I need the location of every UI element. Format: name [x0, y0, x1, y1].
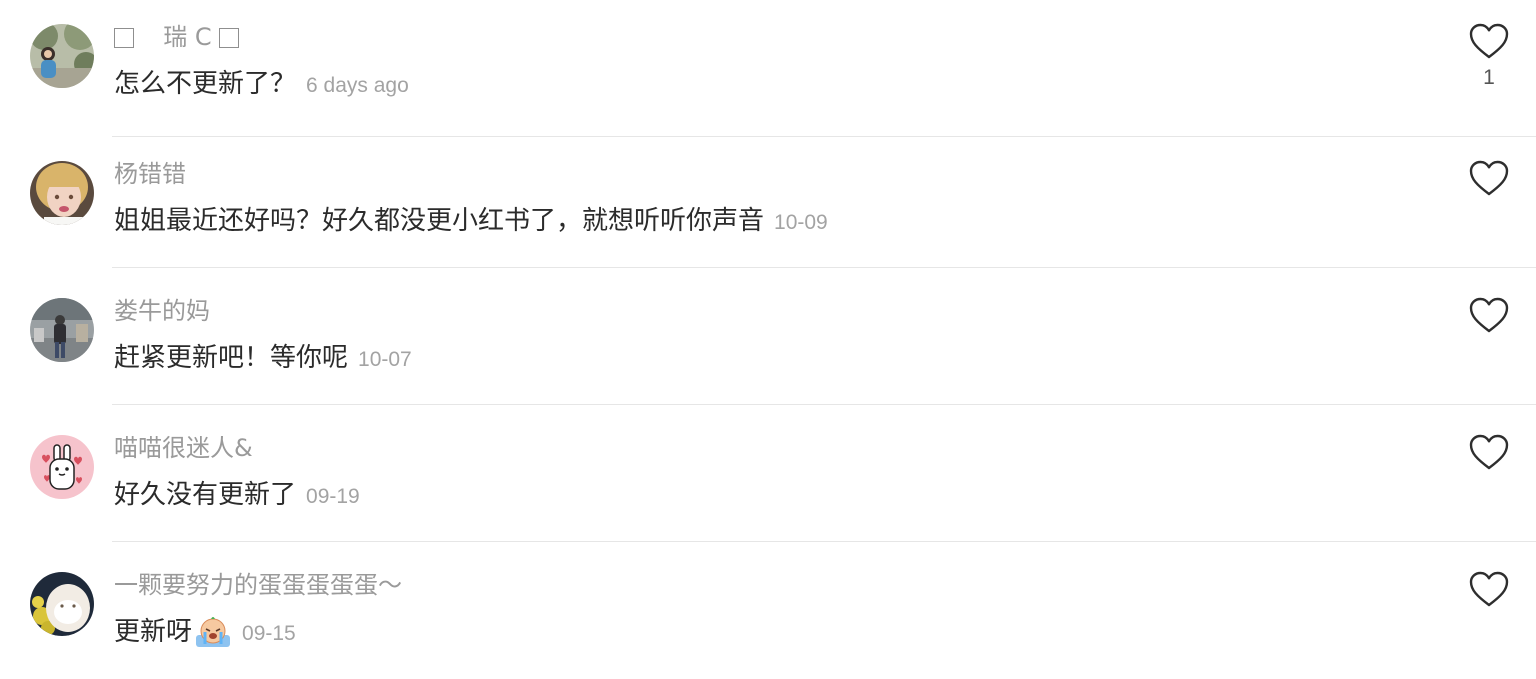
comment-item: 喵喵很迷人& 好久没有更新了 09-19 — [0, 405, 1536, 542]
crying-face-emoji — [196, 617, 231, 647]
unknown-glyph-icon: □ — [219, 28, 240, 48]
comment-item: □ 瑞 C □ 怎么不更新了？ 6 days ago 1 — [0, 0, 1536, 137]
avatar[interactable] — [30, 298, 94, 362]
comment-body: 姐姐最近还好吗？好久都没更小红书了，就想听听你声音 10-09 — [114, 202, 828, 240]
comment-text: 姐姐最近还好吗？好久都没更小红书了，就想听听你声音 — [114, 206, 765, 236]
avatar-image — [30, 435, 94, 499]
heart-outline-icon[interactable] — [1467, 157, 1511, 199]
comment-text: 好久没有更新了 — [114, 480, 297, 510]
comment-body: 好久没有更新了 09-19 — [114, 476, 360, 514]
heart-outline-icon[interactable] — [1467, 294, 1511, 336]
comment-text: 怎么不更新了？ — [114, 69, 297, 99]
avatar-image — [30, 161, 94, 225]
heart-outline-icon[interactable] — [1467, 431, 1511, 473]
username-text: 瑞 C — [163, 23, 212, 51]
comment-item: 一颗要努力的蛋蛋蛋蛋蛋～ 更新呀 09-15 — [0, 542, 1536, 679]
comment-text: 赶紧更新吧！等你呢 — [114, 343, 349, 373]
unknown-glyph-icon: □ — [114, 28, 134, 48]
comment-body: 赶紧更新吧！等你呢 10-07 — [114, 339, 412, 377]
comment-list: □ 瑞 C □ 怎么不更新了？ 6 days ago 1 — [0, 0, 1536, 677]
username[interactable]: 娄牛的妈 — [114, 294, 210, 328]
comment-item: 娄牛的妈 赶紧更新吧！等你呢 10-07 — [0, 268, 1536, 405]
comment-body: 怎么不更新了？ 6 days ago — [114, 65, 409, 103]
avatar-image — [30, 298, 94, 362]
comment-text: 更新呀 — [114, 617, 193, 647]
timestamp: 09-19 — [306, 485, 360, 508]
avatar-image — [30, 572, 94, 636]
comment-body: 更新呀 09-15 — [114, 613, 296, 651]
username[interactable]: 一颗要努力的蛋蛋蛋蛋蛋～ — [114, 568, 402, 602]
timestamp: 10-07 — [358, 348, 412, 371]
timestamp: 6 days ago — [306, 74, 409, 97]
avatar[interactable] — [30, 161, 94, 225]
heart-outline-icon[interactable] — [1467, 568, 1511, 610]
heart-outline-icon[interactable] — [1467, 20, 1511, 62]
avatar[interactable] — [30, 572, 94, 636]
username[interactable]: 杨错错 — [114, 157, 186, 191]
avatar[interactable] — [30, 24, 94, 88]
like-count: 1 — [1483, 66, 1495, 89]
timestamp: 09-15 — [242, 622, 296, 645]
username[interactable]: 喵喵很迷人& — [114, 431, 253, 465]
comment-item: 杨错错 姐姐最近还好吗？好久都没更小红书了，就想听听你声音 10-09 — [0, 131, 1536, 268]
avatar-image — [30, 24, 94, 88]
timestamp: 10-09 — [774, 211, 828, 234]
username[interactable]: □ 瑞 C □ — [114, 20, 240, 54]
avatar[interactable] — [30, 435, 94, 499]
